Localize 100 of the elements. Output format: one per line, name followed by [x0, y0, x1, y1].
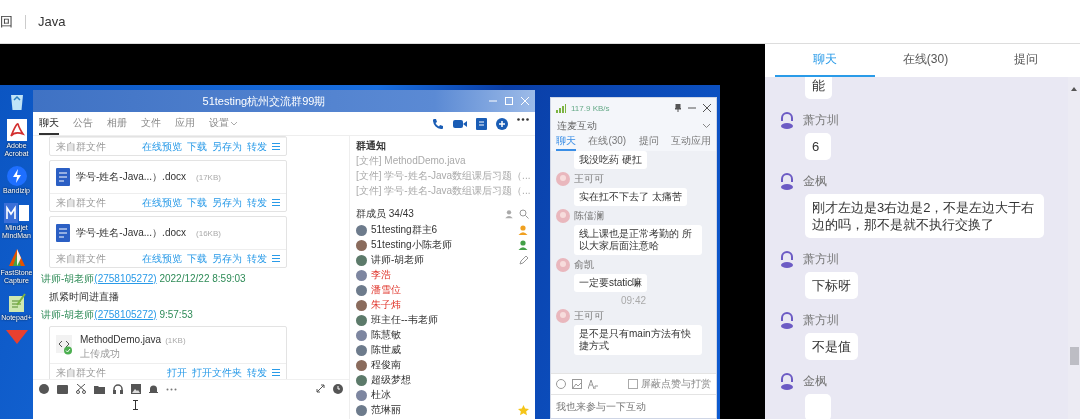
message-bubble: 不是值	[805, 333, 858, 360]
chat-tab[interactable]: 应用	[175, 112, 195, 135]
live-tab[interactable]: 互动应用	[670, 133, 711, 151]
member-name: 李浩	[371, 268, 391, 282]
chat-tab[interactable]: 设置	[209, 112, 229, 135]
live-tab[interactable]: 提问	[638, 133, 659, 151]
expand-icon[interactable]	[316, 384, 325, 393]
qq-number-link[interactable]: (2758105272)	[94, 273, 157, 284]
message-bubble: 下标呀	[805, 272, 858, 299]
avatar-icon	[356, 269, 367, 281]
file-source: 来自群文件	[56, 139, 106, 154]
chat-tab[interactable]: 文件	[141, 112, 161, 135]
file-action-link[interactable]: 打开	[167, 365, 187, 379]
avatar-icon	[356, 329, 367, 341]
file-action-link[interactable]: 在线预览	[142, 251, 182, 266]
document-icon[interactable]	[476, 117, 487, 130]
file-action-link[interactable]: 另存为	[212, 195, 242, 210]
caret-icon[interactable]	[703, 123, 710, 128]
code-file-icon	[56, 335, 74, 355]
headphones-icon[interactable]	[113, 384, 123, 394]
member-item[interactable]: 班主任--韦老师	[356, 313, 529, 327]
file-action-link[interactable]: 在线预览	[142, 139, 182, 154]
file-action-link[interactable]: 转发	[247, 365, 267, 379]
video-call-icon[interactable]	[453, 117, 467, 130]
avatar-icon	[779, 311, 795, 329]
member-name: 朱子炜	[371, 298, 401, 312]
avatar-icon	[356, 239, 367, 251]
file-action-link[interactable]: 另存为	[212, 139, 242, 154]
notice-item[interactable]: [文件] MethodDemo.java	[356, 154, 529, 168]
avatar-icon	[356, 299, 367, 311]
member-item[interactable]: 杜冰	[356, 388, 529, 402]
chat-tab[interactable]: 公告	[73, 112, 93, 135]
member-name: 程俊南	[371, 358, 401, 372]
members-title: 群成员 34/43	[356, 207, 414, 221]
sender-name: 王可可	[574, 172, 605, 186]
member-item[interactable]: 李浩	[356, 268, 529, 282]
file-action-link[interactable]: 转发	[247, 195, 267, 210]
file-action-link[interactable]: 下载	[187, 195, 207, 210]
scroll-up-icon[interactable]	[1071, 87, 1077, 91]
menu-icon[interactable]	[272, 143, 280, 150]
pdf-icon[interactable]	[6, 119, 27, 141]
bell-icon[interactable]	[149, 384, 158, 394]
document-icon	[56, 168, 70, 186]
sender-name: 王可可	[574, 309, 605, 323]
image-icon[interactable]	[572, 379, 582, 389]
member-item[interactable]: 讲师-胡老师	[356, 253, 529, 267]
member-name: 51testing群主6	[371, 223, 438, 237]
file-action-link[interactable]: 转发	[247, 251, 267, 266]
checkbox[interactable]	[628, 379, 638, 389]
more-icon[interactable]	[517, 117, 529, 121]
scissors-icon[interactable]	[76, 384, 86, 394]
file-action-link[interactable]: 打开文件夹	[192, 365, 242, 379]
window-title: 51testing杭州交流群99期	[201, 93, 327, 109]
back-link[interactable]: 回	[0, 12, 13, 31]
lightning-icon[interactable]	[6, 166, 27, 186]
live-tab[interactable]: 在线(30)	[588, 133, 627, 151]
file-action-link[interactable]: 下载	[187, 139, 207, 154]
notice-item[interactable]: [文件] 学号-姓名-Java数组课后习题（...	[356, 184, 529, 198]
notice-title: 群通知	[356, 139, 387, 153]
folder-icon[interactable]	[94, 384, 105, 394]
member-item[interactable]: 程俊南	[356, 358, 529, 372]
scrollbar-thumb[interactable]	[1070, 347, 1079, 365]
member-item[interactable]: 超级梦想	[356, 373, 529, 387]
qq-number-link[interactable]: (2758105272)	[94, 309, 157, 320]
member-item[interactable]: 陈世威	[356, 343, 529, 357]
member-item[interactable]: 51testing小陈老师	[356, 238, 529, 252]
file-size: (1KB)	[165, 336, 186, 345]
file-action-link[interactable]: 在线预览	[142, 195, 182, 210]
capture-icon[interactable]	[6, 248, 27, 268]
menu-icon[interactable]	[272, 369, 280, 376]
sender-name: 陈僖澜	[574, 209, 605, 223]
font-size-icon[interactable]	[588, 379, 598, 389]
mindmap-icon[interactable]	[3, 203, 30, 223]
file-action-link[interactable]: 下载	[187, 251, 207, 266]
sender-name: 金枫	[803, 372, 827, 390]
avatar-icon	[556, 172, 570, 186]
image-icon[interactable]	[131, 384, 141, 394]
phone-icon[interactable]	[432, 117, 444, 130]
member-item[interactable]: 范琳丽	[356, 403, 529, 417]
file-action-link[interactable]: 另存为	[212, 251, 242, 266]
panel-tab[interactable]: 在线(30)	[875, 44, 976, 77]
notepad-icon[interactable]	[6, 293, 27, 313]
clock-icon[interactable]	[333, 384, 343, 394]
message-bubble: 实在扛不下去了 太痛苦	[574, 188, 687, 206]
menu-icon[interactable]	[272, 199, 280, 206]
member-item[interactable]: 51testing群主6	[356, 223, 529, 237]
notice-item[interactable]: [文件] 学号-姓名-Java数组课后习题（...	[356, 169, 529, 183]
menu-icon[interactable]	[272, 255, 280, 262]
avatar-icon	[779, 250, 795, 268]
search-icon[interactable]	[519, 209, 529, 219]
close-icon[interactable]	[703, 104, 711, 112]
member-item[interactable]: 潘雪位	[356, 283, 529, 297]
chat-tab[interactable]: 相册	[107, 112, 127, 135]
pin-icon[interactable]	[675, 104, 681, 112]
member-item[interactable]: 朱子炜	[356, 298, 529, 312]
panel-tab[interactable]: 提问	[975, 44, 1076, 77]
file-action-link[interactable]: 转发	[247, 139, 267, 154]
member-item[interactable]: 陈慧敏	[356, 328, 529, 342]
add-icon[interactable]	[496, 117, 508, 130]
message-text: 抓紧时间进直播	[49, 290, 120, 304]
